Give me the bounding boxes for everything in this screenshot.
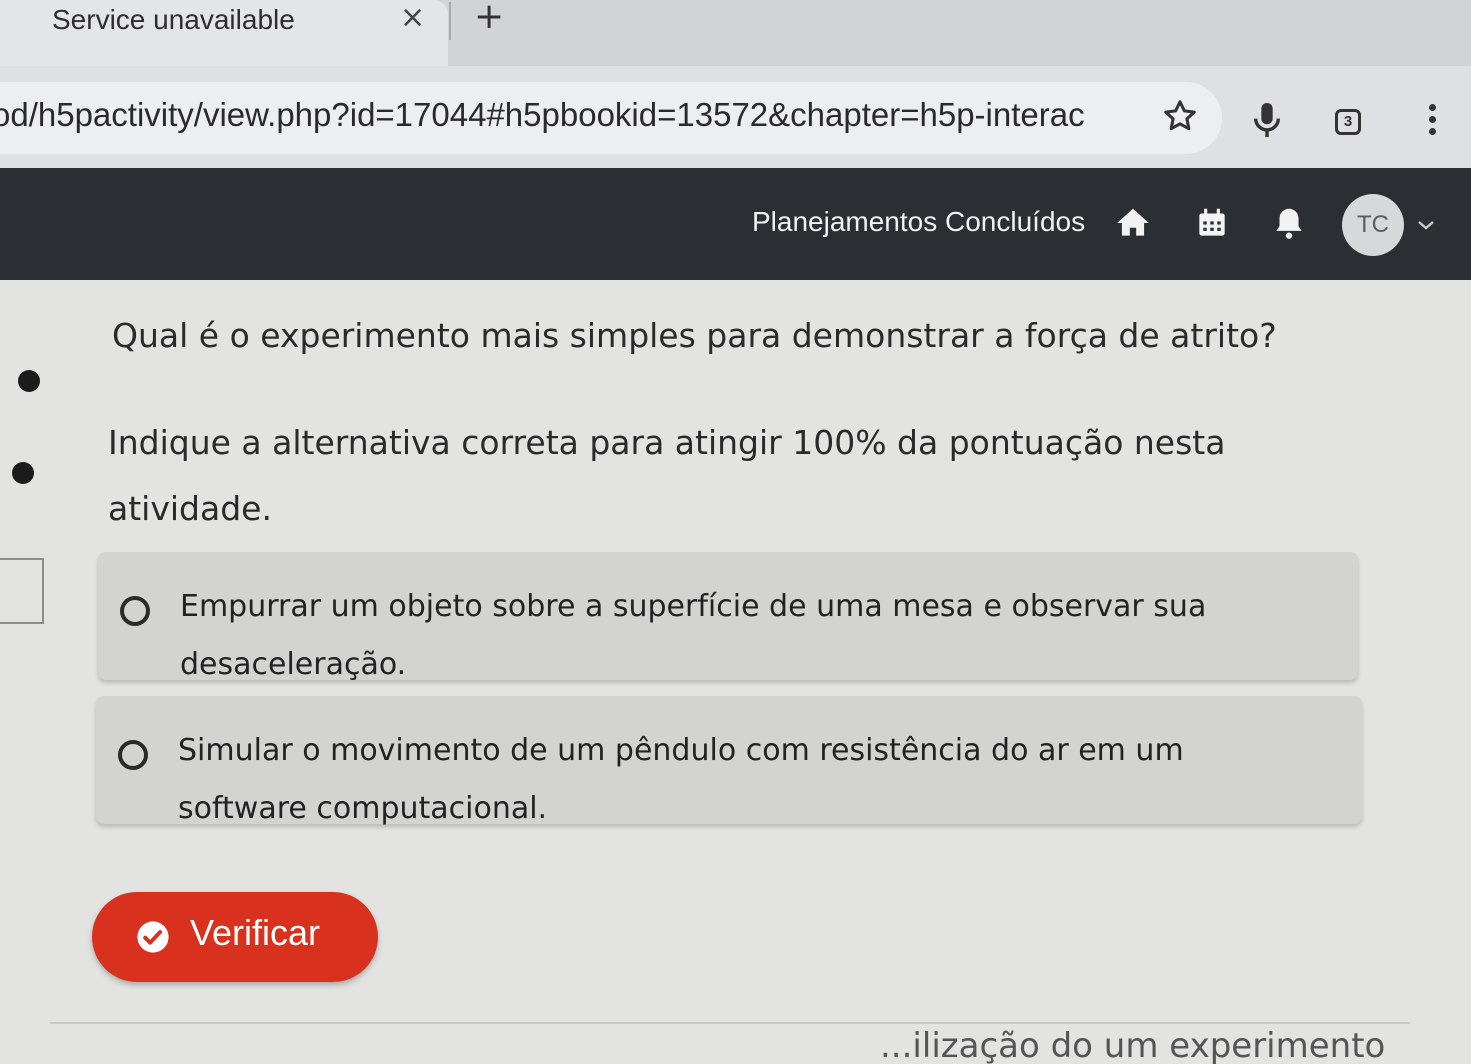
sidebar-bullet: [12, 462, 34, 484]
menu-dot: [1428, 104, 1436, 111]
browser-tab[interactable]: Service unavailable ×: [0, 0, 448, 66]
section-divider: [50, 1022, 1410, 1024]
sidebar-bullet: [18, 370, 40, 392]
menu-icon[interactable]: [1420, 104, 1444, 140]
chevron-down-icon[interactable]: [1416, 218, 1436, 232]
next-section-text: ...ilização do um experimento: [880, 1026, 1386, 1064]
new-tab-button[interactable]: +: [474, 0, 504, 37]
answer-option-label: Simular o movimento de um pêndulo com re…: [178, 733, 1184, 826]
address-bar[interactable]: od/h5pactivity/view.php?id=17044#h5pbook…: [0, 82, 1222, 154]
tab-separator: [449, 2, 451, 40]
tab-close-button[interactable]: ×: [400, 0, 425, 35]
answer-option-2[interactable]: Simular o movimento de um pêndulo com re…: [96, 696, 1362, 826]
bell-icon[interactable]: [1270, 204, 1308, 242]
mic-icon[interactable]: [1250, 100, 1284, 140]
star-icon[interactable]: [1162, 98, 1198, 134]
site-navbar: Planejamentos Concluídos TC: [0, 168, 1471, 280]
instruction-text: Indique a alternativa correta para ating…: [108, 423, 1226, 528]
browser-toolbar: od/h5pactivity/view.php?id=17044#h5pbook…: [0, 66, 1471, 168]
url-text[interactable]: od/h5pactivity/view.php?id=17044#h5pbook…: [0, 96, 1122, 134]
calendar-icon[interactable]: [1193, 204, 1231, 242]
question-text: Qual é o experimento mais simples para d…: [112, 316, 1277, 355]
menu-dot: [1428, 128, 1436, 135]
check-icon: [137, 921, 169, 953]
home-icon[interactable]: [1114, 204, 1152, 242]
answer-option-label: Empurrar um objeto sobre a superfície de…: [180, 589, 1207, 682]
verify-button-label: Verificar: [190, 912, 321, 953]
nav-link-planejamentos[interactable]: Planejamentos Concluídos: [752, 206, 1085, 238]
tab-count-icon[interactable]: 3: [1335, 109, 1361, 135]
verify-button[interactable]: Verificar: [92, 892, 378, 982]
menu-dot: [1428, 116, 1436, 123]
sidebar-panel-edge: [0, 558, 44, 624]
user-avatar[interactable]: TC: [1342, 194, 1404, 256]
radio-button[interactable]: [120, 596, 150, 626]
activity-content: Qual é o experimento mais simples para d…: [0, 280, 1471, 1064]
answer-option-1[interactable]: Empurrar um objeto sobre a superfície de…: [98, 552, 1358, 682]
browser-tab-strip: Service unavailable × +: [0, 0, 1471, 66]
radio-button[interactable]: [118, 740, 148, 770]
tab-title: Service unavailable: [52, 4, 295, 35]
